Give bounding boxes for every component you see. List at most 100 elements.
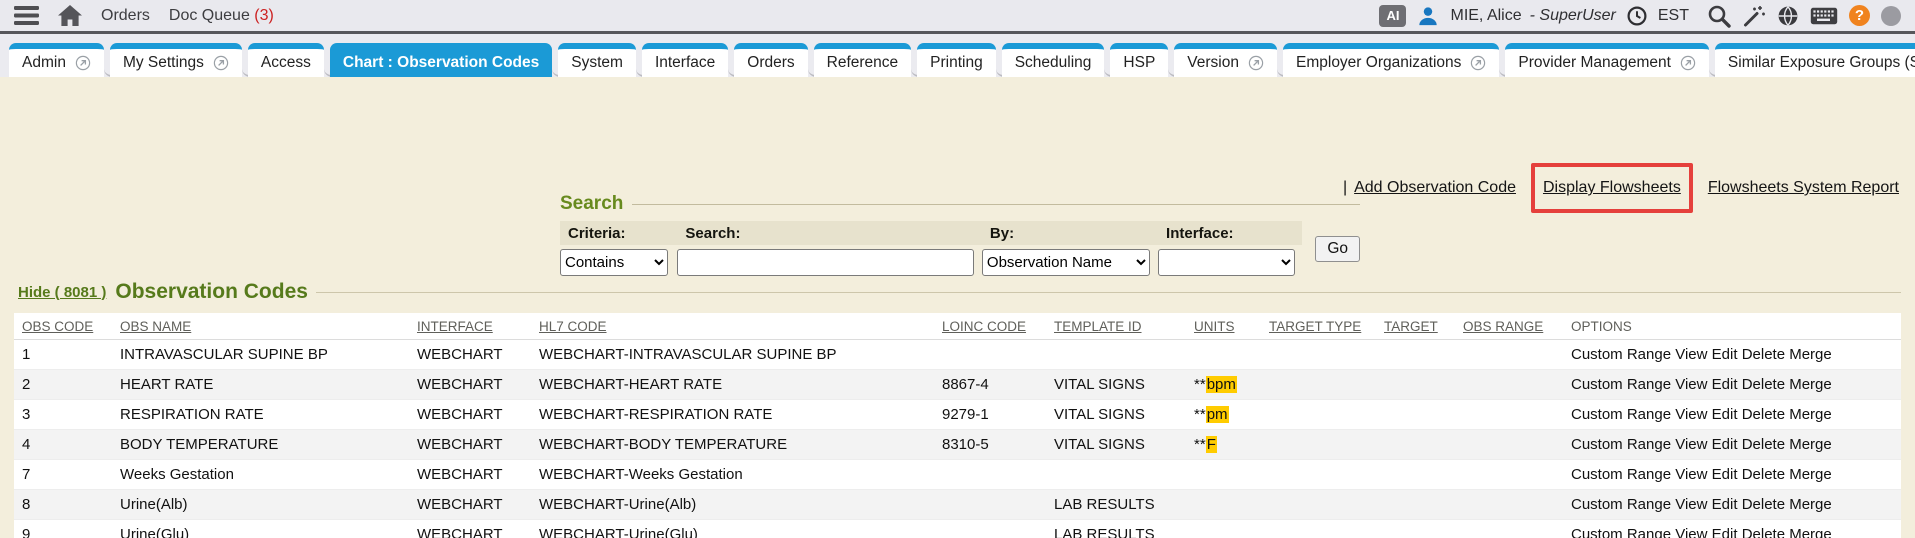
option-link-merge[interactable]: Merge xyxy=(1789,496,1832,513)
search-input[interactable] xyxy=(677,249,974,276)
tab-scheduling[interactable]: Scheduling xyxy=(1002,43,1105,77)
column-header-hl7-code[interactable]: HL7 CODE xyxy=(531,313,934,340)
cell-units: **F xyxy=(1186,430,1261,460)
doc-queue-link[interactable]: Doc Queue (3) xyxy=(169,7,274,25)
option-link-edit[interactable]: Edit xyxy=(1712,406,1738,423)
flowsheets-system-report-link[interactable]: Flowsheets System Report xyxy=(1708,179,1899,197)
tab-admin[interactable]: Admin xyxy=(9,43,104,77)
tab-system[interactable]: System xyxy=(558,43,636,77)
option-link-merge[interactable]: Merge xyxy=(1789,526,1832,538)
column-header-obs-name[interactable]: OBS NAME xyxy=(112,313,409,340)
column-header-template-id[interactable]: TEMPLATE ID xyxy=(1046,313,1186,340)
cell-target xyxy=(1376,370,1455,400)
tab-chart-observation-codes[interactable]: Chart : Observation Codes xyxy=(330,43,552,77)
help-icon[interactable]: ? xyxy=(1849,5,1870,26)
display-flowsheets-link[interactable]: Display Flowsheets xyxy=(1543,179,1681,197)
option-link-merge[interactable]: Merge xyxy=(1789,346,1832,363)
option-link-view[interactable]: View xyxy=(1675,496,1707,513)
option-link-edit[interactable]: Edit xyxy=(1712,466,1738,483)
table-row: 2HEART RATEWEBCHARTWEBCHART-HEART RATE88… xyxy=(14,370,1901,400)
column-header-target[interactable]: TARGET xyxy=(1376,313,1455,340)
cell-obs-code: 4 xyxy=(14,430,112,460)
option-link-edit[interactable]: Edit xyxy=(1712,376,1738,393)
tab-employer-organizations[interactable]: Employer Organizations xyxy=(1283,43,1499,77)
option-link-edit[interactable]: Edit xyxy=(1712,526,1738,538)
option-link-view[interactable]: View xyxy=(1675,436,1707,453)
option-link-custom-range[interactable]: Custom Range xyxy=(1571,496,1671,513)
tab-access[interactable]: Access xyxy=(248,43,324,77)
option-link-view[interactable]: View xyxy=(1675,466,1707,483)
option-link-delete[interactable]: Delete xyxy=(1742,466,1785,483)
tab-interface[interactable]: Interface xyxy=(642,43,728,77)
option-link-custom-range[interactable]: Custom Range xyxy=(1571,526,1671,538)
tab-provider-management[interactable]: Provider Management xyxy=(1505,43,1709,77)
option-link-delete[interactable]: Delete xyxy=(1742,406,1785,423)
tab-orders[interactable]: Orders xyxy=(734,43,807,77)
criteria-select[interactable]: Contains xyxy=(560,249,668,276)
external-link-icon xyxy=(75,55,91,71)
cell-obs-code: 3 xyxy=(14,400,112,430)
cell-template-id: VITAL SIGNS xyxy=(1046,430,1186,460)
option-link-delete[interactable]: Delete xyxy=(1742,436,1785,453)
cell-target xyxy=(1376,520,1455,538)
obs-table-head-row: OBS CODEOBS NAMEINTERFACEHL7 CODELOINC C… xyxy=(14,313,1901,340)
go-button[interactable]: Go xyxy=(1315,236,1360,262)
column-header-interface[interactable]: INTERFACE xyxy=(409,313,531,340)
ai-badge[interactable]: AI xyxy=(1379,5,1406,27)
option-link-delete[interactable]: Delete xyxy=(1742,376,1785,393)
home-icon[interactable] xyxy=(58,5,82,26)
wand-icon[interactable] xyxy=(1742,4,1766,28)
cell-options: Custom Range View Edit Delete Merge xyxy=(1563,370,1901,400)
option-link-custom-range[interactable]: Custom Range xyxy=(1571,406,1671,423)
option-link-merge[interactable]: Merge xyxy=(1789,436,1832,453)
orders-link[interactable]: Orders xyxy=(101,7,150,25)
tab-label: Version xyxy=(1187,54,1239,72)
keyboard-icon[interactable] xyxy=(1810,7,1838,25)
tab-version[interactable]: Version xyxy=(1174,43,1277,77)
observation-codes-table: OBS CODEOBS NAMEINTERFACEHL7 CODELOINC C… xyxy=(14,313,1901,538)
column-header-obs-code[interactable]: OBS CODE xyxy=(14,313,112,340)
cell-units xyxy=(1186,490,1261,520)
column-header-units[interactable]: UNITS xyxy=(1186,313,1261,340)
globe-icon[interactable] xyxy=(1777,5,1799,27)
tab-similar-exposure-groups-segs[interactable]: Similar Exposure Groups (SEGs) xyxy=(1715,43,1915,77)
by-select[interactable]: Observation Name xyxy=(982,249,1150,276)
column-header-target-type[interactable]: TARGET TYPE xyxy=(1261,313,1376,340)
hide-count-link[interactable]: Hide ( 8081 ) xyxy=(18,284,106,301)
option-link-edit[interactable]: Edit xyxy=(1712,436,1738,453)
search-icon[interactable] xyxy=(1707,4,1731,28)
option-link-view[interactable]: View xyxy=(1675,406,1707,423)
column-header-loinc-code[interactable]: LOINC CODE xyxy=(934,313,1046,340)
interface-select[interactable] xyxy=(1158,249,1295,276)
tab-my-settings[interactable]: My Settings xyxy=(110,43,242,77)
cell-units xyxy=(1186,460,1261,490)
option-link-delete[interactable]: Delete xyxy=(1742,496,1785,513)
option-link-custom-range[interactable]: Custom Range xyxy=(1571,436,1671,453)
cell-obs-name: HEART RATE xyxy=(112,370,409,400)
option-link-edit[interactable]: Edit xyxy=(1712,496,1738,513)
option-link-custom-range[interactable]: Custom Range xyxy=(1571,346,1671,363)
option-link-merge[interactable]: Merge xyxy=(1789,376,1832,393)
add-observation-code-link[interactable]: Add Observation Code xyxy=(1354,179,1516,197)
hamburger-icon[interactable] xyxy=(14,6,39,25)
option-link-delete[interactable]: Delete xyxy=(1742,346,1785,363)
option-link-delete[interactable]: Delete xyxy=(1742,526,1785,538)
tab-label: Provider Management xyxy=(1518,54,1671,72)
option-link-view[interactable]: View xyxy=(1675,346,1707,363)
user-icon[interactable] xyxy=(1417,5,1439,27)
option-link-custom-range[interactable]: Custom Range xyxy=(1571,466,1671,483)
tab-printing[interactable]: Printing xyxy=(917,43,996,77)
option-link-view[interactable]: View xyxy=(1675,376,1707,393)
cell-interface: WEBCHART xyxy=(409,460,531,490)
column-header-obs-range[interactable]: OBS RANGE xyxy=(1455,313,1563,340)
cell-obs-range xyxy=(1455,460,1563,490)
tab-hsp[interactable]: HSP xyxy=(1110,43,1168,77)
clock-icon[interactable] xyxy=(1627,6,1647,26)
search-label: Search: xyxy=(677,221,981,245)
option-link-edit[interactable]: Edit xyxy=(1712,346,1738,363)
option-link-view[interactable]: View xyxy=(1675,526,1707,538)
option-link-merge[interactable]: Merge xyxy=(1789,406,1832,423)
tab-reference[interactable]: Reference xyxy=(814,43,912,77)
option-link-merge[interactable]: Merge xyxy=(1789,466,1832,483)
option-link-custom-range[interactable]: Custom Range xyxy=(1571,376,1671,393)
